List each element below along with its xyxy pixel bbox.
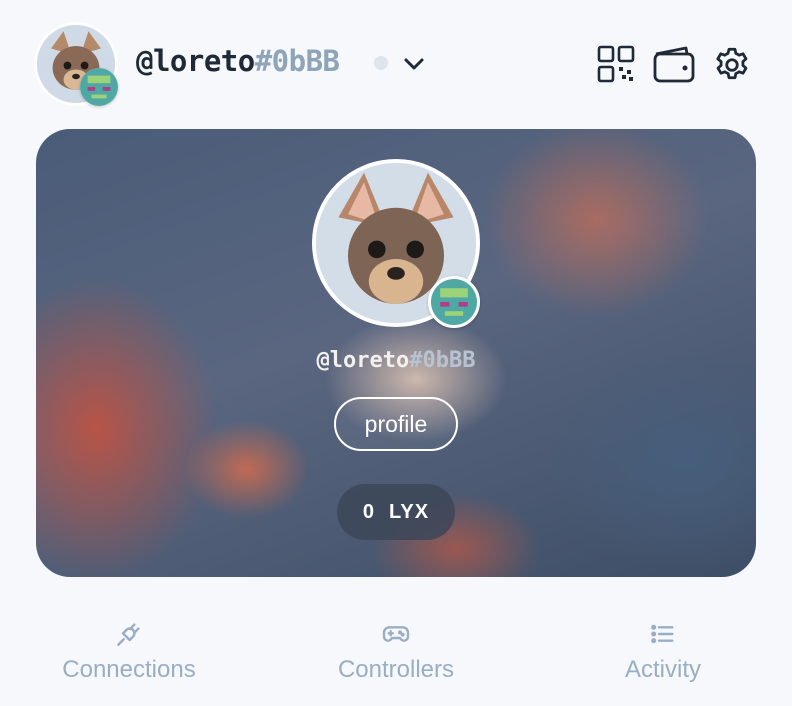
balance-badge: 0 LYX [337, 484, 455, 540]
profile-card: @loreto#0bBB profile 0 LYX [36, 129, 756, 577]
tab-activity[interactable]: Activity [531, 618, 792, 698]
wallet-icon[interactable] [652, 44, 695, 84]
app-header: @loreto#0bBB [0, 0, 792, 128]
plug-icon [113, 618, 145, 650]
card-identicon-badge [428, 276, 480, 328]
header-avatar[interactable] [34, 22, 118, 106]
tab-activity-label: Activity [624, 656, 701, 683]
tab-connections[interactable]: Connections [0, 618, 261, 698]
card-username-tag: #0bBB [409, 348, 476, 373]
gamepad-icon [380, 618, 412, 650]
identicon-badge [80, 68, 118, 106]
list-icon [647, 618, 679, 650]
gear-icon[interactable] [711, 44, 751, 84]
card-username-text: @loreto [316, 348, 410, 373]
tab-connections-label: Connections [62, 656, 196, 683]
tab-controllers[interactable]: Controllers [264, 618, 528, 698]
qr-code-icon[interactable] [596, 44, 636, 84]
balance-amount: 0 [362, 501, 376, 523]
card-avatar[interactable] [312, 159, 480, 328]
balance-currency: LYX [389, 501, 430, 523]
tab-controllers-label: Controllers [337, 656, 455, 683]
username-text: @loreto [136, 44, 255, 78]
card-username: @loreto#0bBB [36, 348, 756, 373]
username-tag: #0bBB [254, 44, 340, 78]
profile-button[interactable]: profile [334, 397, 458, 451]
status-indicator [374, 56, 388, 70]
header-username: @loreto#0bBB [136, 44, 340, 78]
chevron-down-icon[interactable] [400, 50, 428, 78]
